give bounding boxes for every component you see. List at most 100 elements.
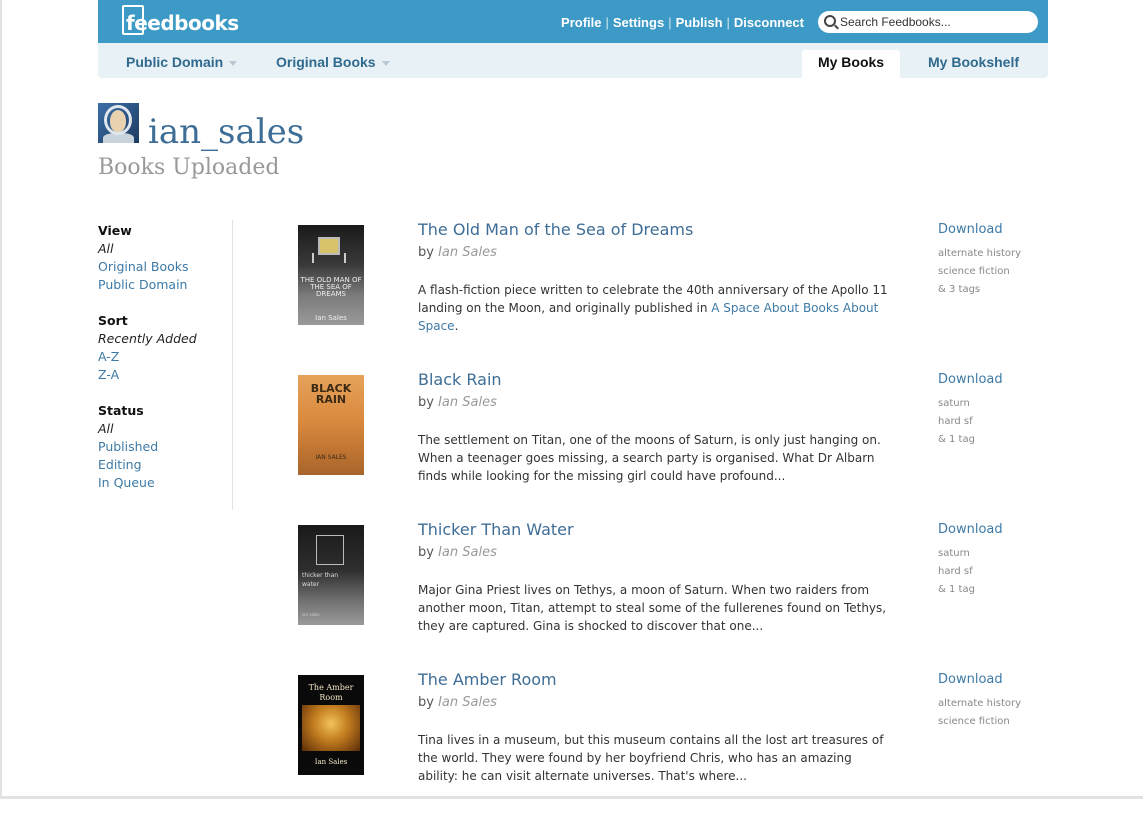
link-separator: | xyxy=(605,15,609,30)
tag[interactable]: hard sf xyxy=(938,413,975,431)
book-cover[interactable]: thicker than water ian sales xyxy=(298,525,364,625)
account-links: Profile | Settings | Publish | Disconnect xyxy=(561,15,804,30)
lander-legs-graphic xyxy=(312,253,346,263)
more-tags[interactable]: & 3 tags xyxy=(938,281,1021,299)
cover-author: ian sales xyxy=(302,612,320,617)
book-description: Tina lives in a museum, but this museum … xyxy=(418,733,884,783)
window-left-edge xyxy=(0,0,2,799)
link-separator: | xyxy=(668,15,672,30)
tab-my-bookshelf-label: My Bookshelf xyxy=(928,54,1020,70)
more-tags[interactable]: & 1 tag xyxy=(938,581,975,599)
download-link[interactable]: Download xyxy=(938,222,1003,237)
cover-figure-graphic xyxy=(316,535,344,565)
tag[interactable]: saturn xyxy=(938,395,975,413)
filter-sidebar: View All Original Books Public Domain So… xyxy=(98,220,233,510)
disconnect-link[interactable]: Disconnect xyxy=(734,15,804,30)
tab-my-books[interactable]: My Books xyxy=(802,50,900,78)
search-box[interactable] xyxy=(818,11,1038,33)
download-link[interactable]: Download xyxy=(938,672,1003,687)
book-description: A flash-fiction piece written to celebra… xyxy=(418,281,893,335)
search-input[interactable] xyxy=(840,13,1030,31)
tag[interactable]: alternate history xyxy=(938,245,1021,263)
cover-room-graphic xyxy=(302,705,360,751)
more-tags[interactable]: & 1 tag xyxy=(938,431,975,449)
book-title-link[interactable]: Black Rain xyxy=(418,370,502,389)
top-bar: feedbooks Profile | Settings | Publish | Disco… xyxy=(98,0,1048,43)
nav-public-domain-label: Public Domain xyxy=(126,54,224,70)
description-text-end: . xyxy=(454,319,459,333)
by-label: by xyxy=(418,395,434,410)
tag[interactable]: saturn xyxy=(938,545,975,563)
cover-title: The Amber Room xyxy=(308,683,354,702)
profile-link[interactable]: Profile xyxy=(561,15,601,30)
view-public-domain-link[interactable]: Public Domain xyxy=(98,276,189,294)
book-title-link[interactable]: The Old Man of the Sea of Dreams xyxy=(418,220,693,239)
nav-original-books[interactable]: Original Books xyxy=(276,54,390,70)
chevron-down-icon xyxy=(229,60,238,66)
view-all-option: All xyxy=(98,241,114,256)
status-published-link[interactable]: Published xyxy=(98,438,158,456)
book-byline: by Ian Sales xyxy=(418,245,497,260)
tag[interactable]: science fiction xyxy=(938,713,1021,731)
publish-link[interactable]: Publish xyxy=(676,15,723,30)
feedbooks-logo[interactable]: feedbooks xyxy=(122,3,239,39)
cover-author: IAN SALES xyxy=(315,454,347,461)
book-item: thicker than water ian sales Thicker Tha… xyxy=(298,520,1048,670)
download-link[interactable]: Download xyxy=(938,522,1003,537)
book-item: BLACK RAIN IAN SALES Black Rain by Ian S… xyxy=(298,370,1048,520)
by-label: by xyxy=(418,695,434,710)
chevron-down-icon xyxy=(381,60,390,66)
cover-title: thicker than water xyxy=(302,572,339,588)
tag-list: saturn hard sf & 1 tag xyxy=(938,545,975,599)
sort-a-z-link[interactable]: A-Z xyxy=(98,348,197,366)
book-title-link[interactable]: Thicker Than Water xyxy=(418,520,574,539)
status-editing-link[interactable]: Editing xyxy=(98,456,158,474)
page-title: Books Uploaded xyxy=(98,155,280,180)
book-cover[interactable]: BLACK RAIN IAN SALES xyxy=(298,375,364,475)
avatar[interactable] xyxy=(98,103,139,143)
by-label: by xyxy=(418,245,434,260)
book-byline: by Ian Sales xyxy=(418,395,497,410)
cover-title: THE OLD MAN OF THE SEA OF DREAMS xyxy=(300,276,362,298)
download-link[interactable]: Download xyxy=(938,372,1003,387)
settings-link[interactable]: Settings xyxy=(613,15,664,30)
tag-list: alternate history science fiction & 3 ta… xyxy=(938,245,1021,299)
tab-my-bookshelf[interactable]: My Bookshelf xyxy=(928,54,1019,70)
sort-recently-added-option: Recently Added xyxy=(98,331,197,346)
tag[interactable]: hard sf xyxy=(938,563,975,581)
book-cover[interactable]: The Amber Room Ian Sales xyxy=(298,675,364,775)
tag-list: alternate history science fiction xyxy=(938,695,1021,731)
section-nav: Public Domain Original Books My Books My… xyxy=(98,43,1048,78)
sort-heading: Sort xyxy=(98,313,128,328)
book-item: The Amber Room Ian Sales The Amber Room … xyxy=(298,670,1048,820)
logo-text: feedbooks xyxy=(126,11,239,35)
sort-z-a-link[interactable]: Z-A xyxy=(98,366,197,384)
book-byline: by Ian Sales xyxy=(418,545,497,560)
tag[interactable]: alternate history xyxy=(938,695,1021,713)
nav-public-domain[interactable]: Public Domain xyxy=(126,54,238,70)
book-cover[interactable]: THE OLD MAN OF THE SEA OF DREAMS Ian Sal… xyxy=(298,225,364,325)
status-in-queue-link[interactable]: In Queue xyxy=(98,474,158,492)
tab-my-books-label: My Books xyxy=(817,54,885,70)
search-icon[interactable] xyxy=(824,15,836,27)
username: ian_sales xyxy=(148,112,305,152)
view-heading: View xyxy=(98,223,132,238)
cover-title: BLACK RAIN xyxy=(310,382,352,406)
author-name: Ian Sales xyxy=(438,545,497,560)
tag[interactable]: science fiction xyxy=(938,263,1021,281)
status-all-option: All xyxy=(98,421,114,436)
author-name: Ian Sales xyxy=(438,245,497,260)
sort-filter: Sort Recently Added A-Z Z-A xyxy=(98,312,197,384)
view-filter: View All Original Books Public Domain xyxy=(98,222,189,294)
link-separator: | xyxy=(726,15,730,30)
avatar-helmet xyxy=(104,105,132,135)
view-original-books-link[interactable]: Original Books xyxy=(98,258,189,276)
nav-original-books-label: Original Books xyxy=(276,54,376,70)
book-description: Major Gina Priest lives on Tethys, a moo… xyxy=(418,583,887,633)
book-item: THE OLD MAN OF THE SEA OF DREAMS Ian Sal… xyxy=(298,220,1048,370)
tag-list: saturn hard sf & 1 tag xyxy=(938,395,975,449)
status-filter: Status All Published Editing In Queue xyxy=(98,402,158,492)
book-title-link[interactable]: The Amber Room xyxy=(418,670,557,689)
book-byline: by Ian Sales xyxy=(418,695,497,710)
author-name: Ian Sales xyxy=(438,395,497,410)
